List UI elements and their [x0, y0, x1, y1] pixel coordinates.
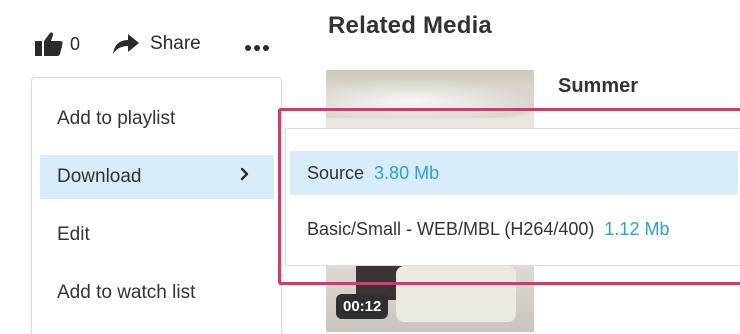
- menu-item-label: Download: [57, 166, 142, 187]
- share-label: Share: [150, 33, 201, 54]
- menu-item-edit[interactable]: Edit: [40, 213, 274, 257]
- more-options-button[interactable]: [244, 39, 270, 57]
- related-media-heading: Related Media: [328, 12, 492, 39]
- menu-item-label: Add to playlist: [57, 108, 176, 129]
- like-count: 0: [70, 33, 81, 54]
- ellipsis-icon: [245, 45, 269, 51]
- share-arrow-icon: [113, 34, 140, 54]
- like-button[interactable]: 0: [34, 31, 80, 57]
- more-options-menu: Add to playlist Download Edit Add to wat…: [31, 77, 282, 334]
- menu-item-add-to-watch-list[interactable]: Add to watch list: [40, 271, 274, 315]
- thumbs-up-icon: [35, 32, 63, 56]
- duration-badge: 00:12: [336, 294, 389, 319]
- menu-item-download[interactable]: Download: [40, 155, 274, 199]
- media-action-bar: 0 Share: [34, 30, 269, 58]
- menu-item-add-to-playlist[interactable]: Add to playlist: [40, 97, 274, 141]
- menu-item-label: Edit: [57, 224, 90, 245]
- share-button[interactable]: Share: [112, 33, 201, 55]
- menu-item-label: Add to watch list: [57, 282, 196, 303]
- annotation-highlight-box: [278, 108, 740, 285]
- chevron-right-icon: [240, 167, 249, 181]
- related-media-title[interactable]: Summer: [558, 75, 638, 98]
